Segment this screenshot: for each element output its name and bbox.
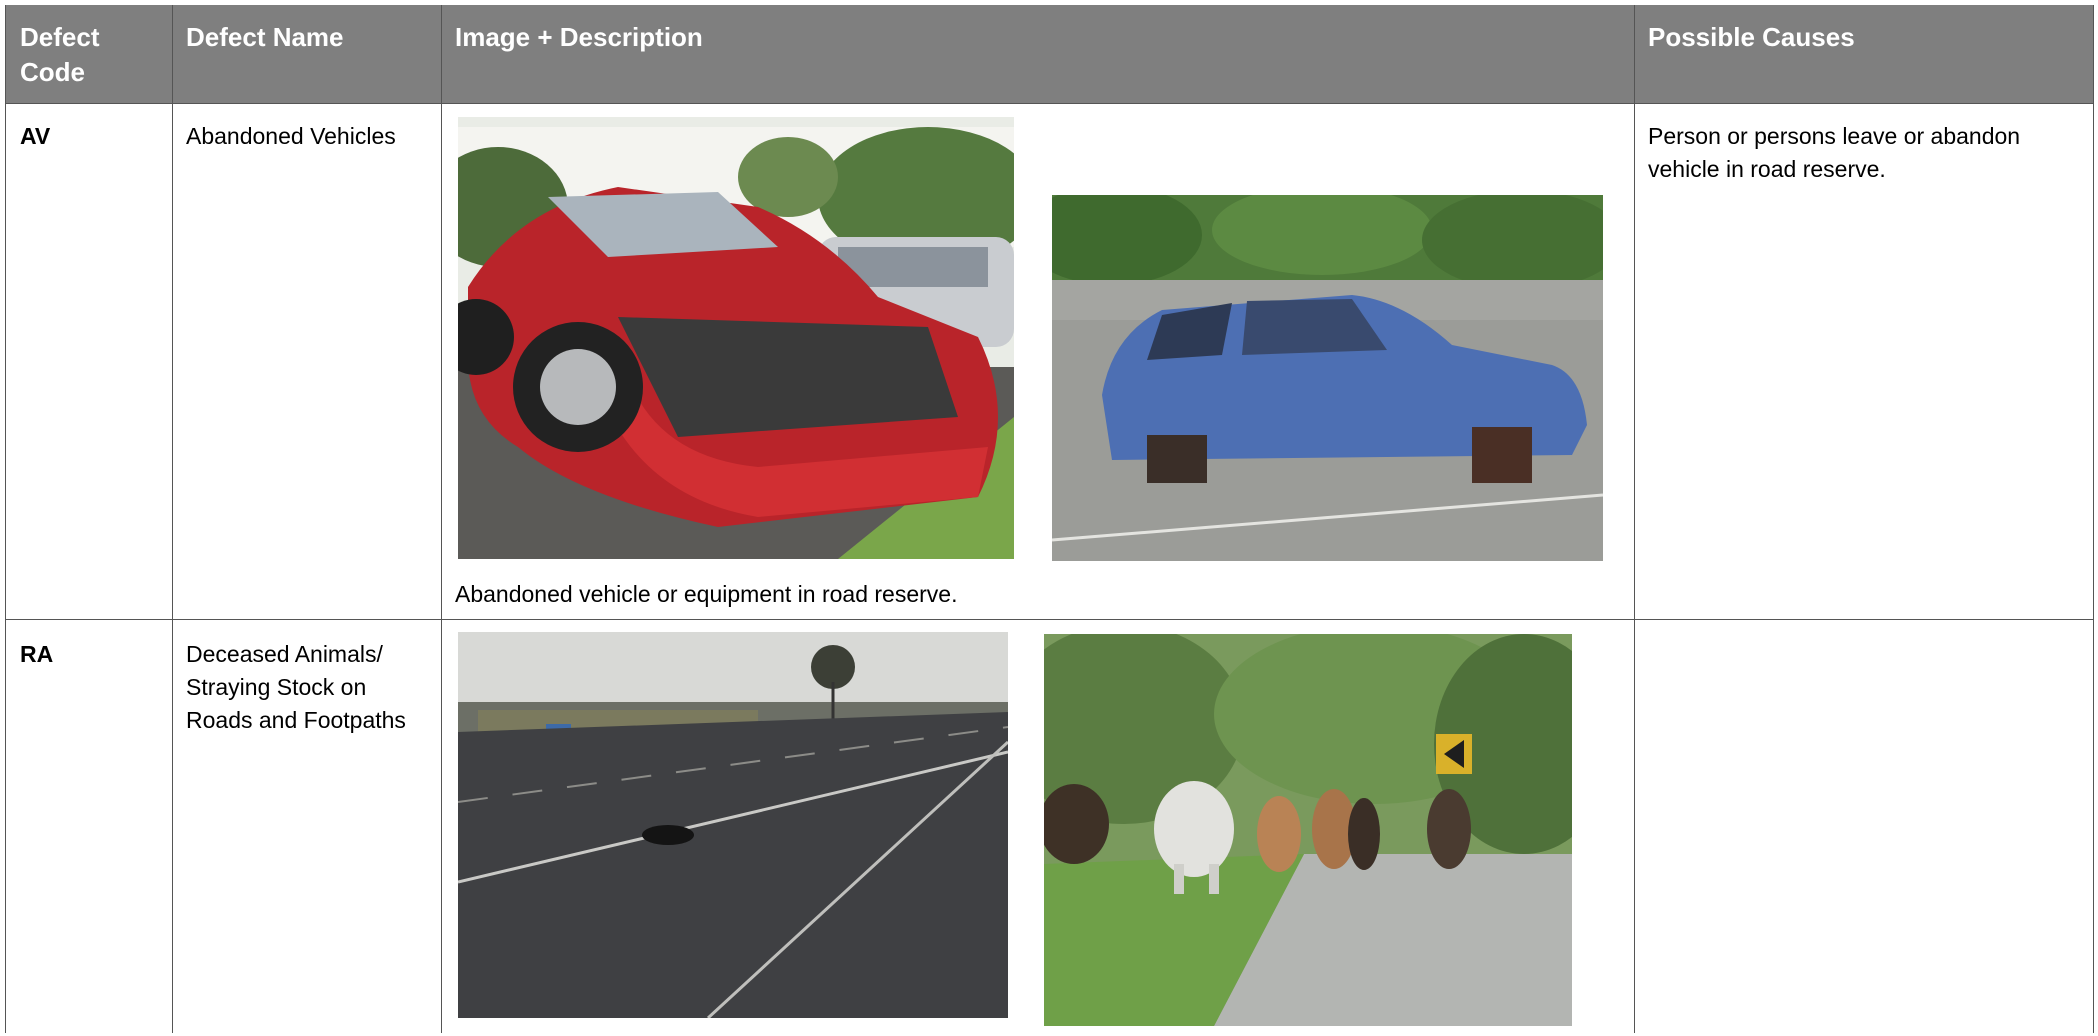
row-divider bbox=[6, 619, 2093, 620]
header-defect-name: Defect Name bbox=[186, 22, 344, 52]
defect-name: Abandoned Vehicles bbox=[186, 123, 396, 149]
header-possible-causes: Possible Causes bbox=[1648, 22, 1855, 52]
header-image-description: Image + Description bbox=[455, 22, 703, 52]
wrecked-red-car-photo bbox=[458, 117, 1014, 559]
cattle-on-road-photo bbox=[1044, 634, 1572, 1026]
column-divider bbox=[172, 5, 173, 1033]
column-divider bbox=[441, 5, 442, 1033]
defects-table: Defect Code Defect Name Image + Descript… bbox=[5, 5, 2094, 1033]
row-divider bbox=[6, 103, 2093, 104]
stripped-blue-car-photo bbox=[1052, 195, 1603, 561]
defect-description: Abandoned vehicle or equipment in road r… bbox=[455, 581, 958, 607]
defect-code: AV bbox=[20, 123, 51, 149]
defect-code: RA bbox=[20, 641, 54, 667]
defect-name: Deceased Animals/ Straying Stock on Road… bbox=[186, 641, 406, 733]
dead-animal-on-road-photo bbox=[458, 632, 1008, 1018]
possible-causes: Person or persons leave or abandon vehic… bbox=[1648, 123, 2021, 182]
header-defect-code: Defect Code bbox=[20, 22, 100, 87]
